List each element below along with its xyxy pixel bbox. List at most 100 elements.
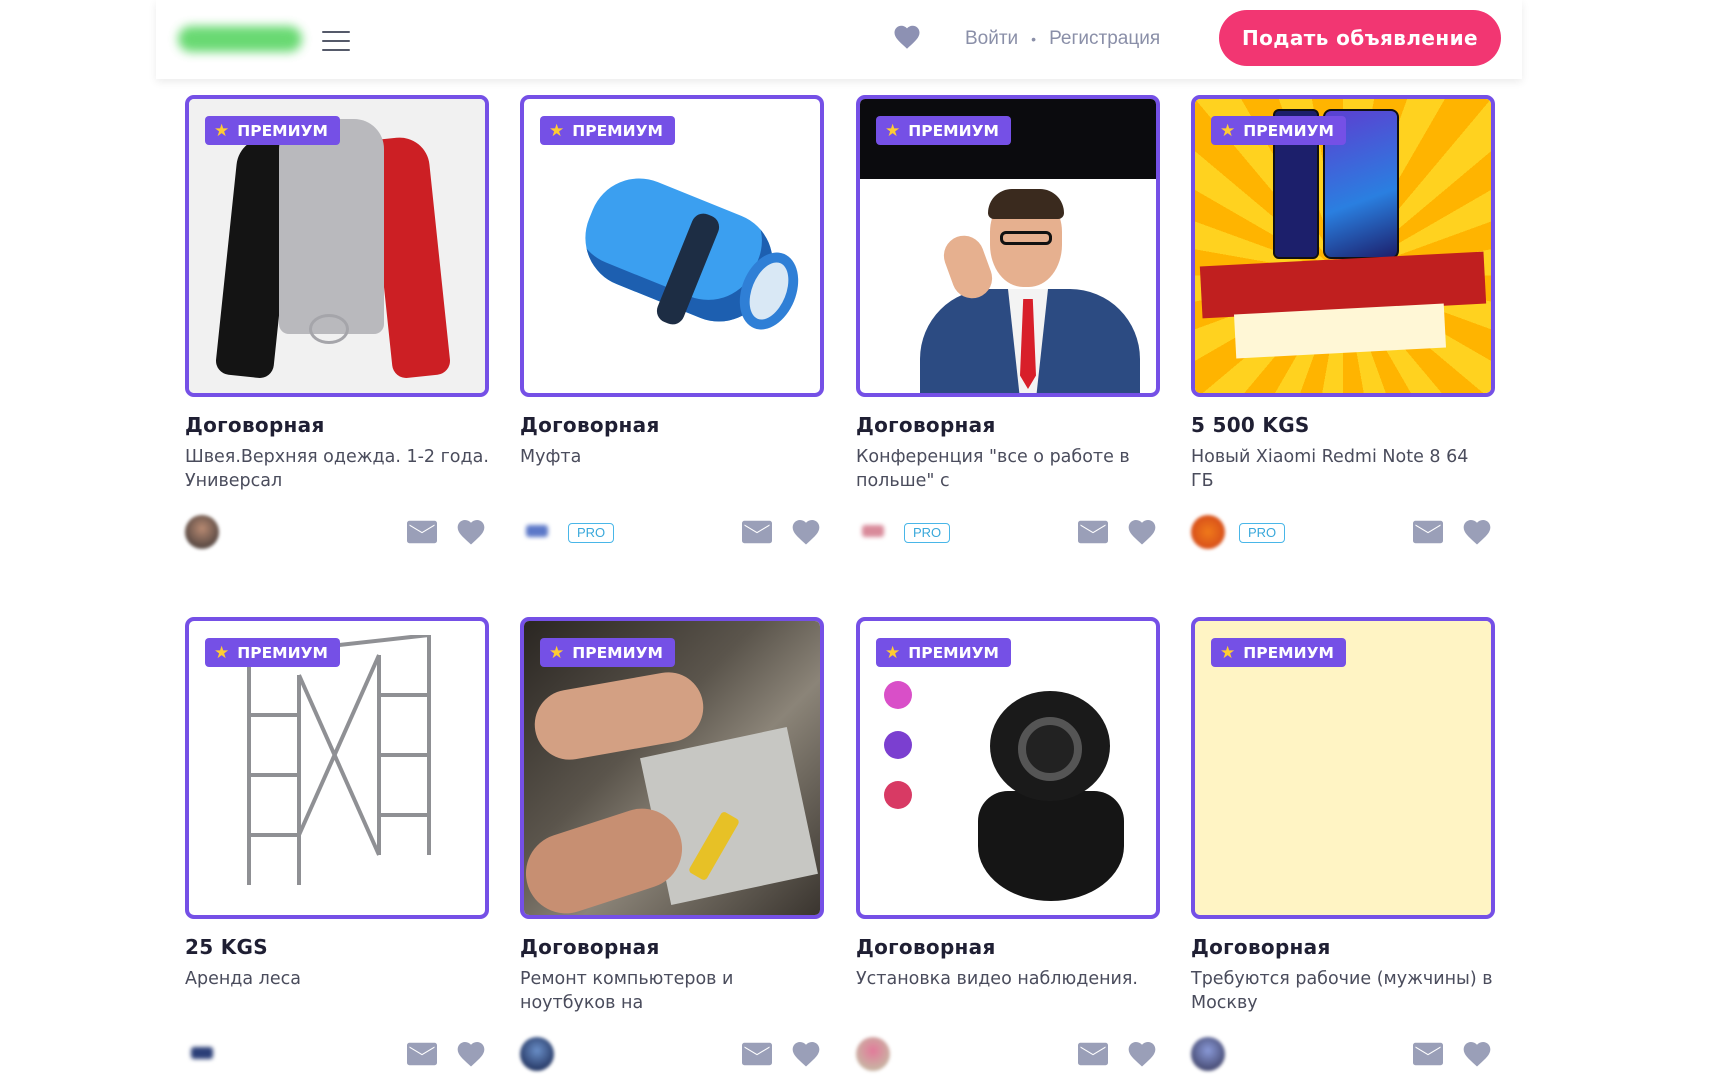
listing-image[interactable]: ★ ПРЕМИУМ <box>1191 617 1495 919</box>
seller-avatar[interactable] <box>856 1037 890 1071</box>
site-logo[interactable] <box>178 26 302 52</box>
wifi-icon <box>884 681 912 709</box>
listing-price: Договорная <box>520 935 660 959</box>
star-icon: ★ <box>549 120 565 141</box>
listing-price: Договорная <box>185 413 325 437</box>
seller-avatar[interactable] <box>520 1037 554 1071</box>
listing-image[interactable]: ★ ПРЕМИУМ <box>520 95 824 397</box>
mail-icon[interactable] <box>1413 1042 1443 1066</box>
seller-avatar[interactable] <box>1191 515 1225 549</box>
listing-title[interactable]: Аренда леса <box>185 967 489 991</box>
listing-image[interactable]: ★ ПРЕМИУМ <box>520 617 824 919</box>
favorites-heart-icon[interactable] <box>892 22 922 52</box>
listing-image[interactable]: ★ ПРЕМИУМ <box>1191 95 1495 397</box>
mail-icon[interactable] <box>407 1042 437 1066</box>
listing-title[interactable]: Конференция "все о работе в польше" с <box>856 445 1160 493</box>
man-hair <box>988 189 1064 219</box>
heart-icon[interactable] <box>1461 1038 1493 1070</box>
post-ad-button[interactable]: Подать объявление <box>1219 10 1501 66</box>
listing-footer <box>520 1037 824 1073</box>
listing-card[interactable]: ★ ПРЕМИУМ Договорная Ремонт компьютеров и… <box>520 617 824 1077</box>
seller-avatar[interactable] <box>1191 1037 1225 1071</box>
listing-image[interactable]: ★ ПРЕМИУМ <box>185 617 489 919</box>
listing-image[interactable]: ★ ПРЕМИУМ <box>856 617 1160 919</box>
star-icon: ★ <box>885 642 901 663</box>
grey-shirt <box>279 119 384 334</box>
seller-avatar[interactable] <box>526 525 548 537</box>
star-icon: ★ <box>1220 642 1236 663</box>
top-header: Войти • Регистрация Подать объявление <box>156 0 1522 79</box>
listing-price: Договорная <box>856 935 996 959</box>
premium-badge-label: ПРЕМИУМ <box>908 121 999 140</box>
listing-title[interactable]: Новый Xiaomi Redmi Note 8 64 ГБ <box>1191 445 1495 493</box>
listing-price: Договорная <box>856 413 996 437</box>
heart-icon[interactable] <box>1461 516 1493 548</box>
mail-icon[interactable] <box>1413 520 1443 544</box>
listing-title[interactable]: Швея.Верхняя одежда. 1-2 года. Универсал <box>185 445 489 493</box>
listing-card[interactable]: ★ ПРЕМИУМ Договорная Конференция "все о р… <box>856 95 1160 555</box>
listing-card[interactable]: ★ ПРЕМИУМ Договорная Муфта PRO <box>520 95 824 555</box>
mail-icon[interactable] <box>407 520 437 544</box>
feature-icons <box>870 681 980 831</box>
listing-card[interactable]: ★ ПРЕМИУМ 5 500 KGS Новый Xiaomi Redmi No… <box>1191 95 1495 555</box>
mail-icon[interactable] <box>742 1042 772 1066</box>
heart-icon[interactable] <box>790 516 822 548</box>
man-glasses <box>1000 231 1052 245</box>
listing-title[interactable]: Требуются рабочие (мужчины) в Москву <box>1191 967 1495 1015</box>
premium-badge: ★ ПРЕМИУМ <box>1211 116 1346 145</box>
heart-icon[interactable] <box>1126 1038 1158 1070</box>
premium-badge-label: ПРЕМИУМ <box>237 643 328 662</box>
listing-price: 5 500 KGS <box>1191 413 1310 437</box>
seller-avatar[interactable] <box>191 1047 213 1059</box>
mail-icon[interactable] <box>742 520 772 544</box>
auth-links: Войти • Регистрация <box>965 25 1160 53</box>
login-link[interactable]: Войти <box>965 28 1018 50</box>
motion-icon <box>884 731 912 759</box>
listing-title[interactable]: Ремонт компьютеров и ноутбуков на <box>520 967 824 1015</box>
premium-badge: ★ ПРЕМИУМ <box>205 638 340 667</box>
premium-badge: ★ ПРЕМИУМ <box>205 116 340 145</box>
listing-card[interactable]: ★ ПРЕМИУМ Договорная Швея.Верхняя одежда.… <box>185 95 489 555</box>
mail-icon[interactable] <box>1078 520 1108 544</box>
auth-separator: • <box>1031 31 1037 47</box>
star-icon: ★ <box>214 120 230 141</box>
listing-price: Договорная <box>1191 935 1331 959</box>
heart-icon[interactable] <box>1126 516 1158 548</box>
listing-card[interactable]: ★ ПРЕМИУМ Договорная Требуются рабочие (м… <box>1191 617 1495 1077</box>
register-link[interactable]: Регистрация <box>1049 28 1160 50</box>
seller-avatar[interactable] <box>862 525 884 537</box>
heart-icon[interactable] <box>455 1038 487 1070</box>
premium-badge: ★ ПРЕМИУМ <box>540 116 675 145</box>
scaffolding-illustration <box>247 635 431 885</box>
premium-badge-label: ПРЕМИУМ <box>908 643 999 662</box>
listing-footer: PRO <box>520 515 824 551</box>
listing-footer <box>1191 1037 1495 1073</box>
menu-icon[interactable] <box>322 31 350 53</box>
listing-card[interactable]: ★ ПРЕМИУМ Договорная Установка видео набл… <box>856 617 1160 1077</box>
shirt-knot <box>309 314 349 344</box>
listing-footer <box>856 1037 1160 1073</box>
premium-badge: ★ ПРЕМИУМ <box>1211 638 1346 667</box>
listing-title[interactable]: Муфта <box>520 445 824 469</box>
star-icon: ★ <box>214 642 230 663</box>
camera-lens <box>1018 717 1082 781</box>
premium-badge-label: ПРЕМИУМ <box>1243 643 1334 662</box>
listing-footer: PRO <box>856 515 1160 551</box>
premium-badge: ★ ПРЕМИУМ <box>876 638 1011 667</box>
premium-badge: ★ ПРЕМИУМ <box>540 638 675 667</box>
camera-base <box>978 791 1124 901</box>
listing-card[interactable]: ★ ПРЕМИУМ 25 KGS Аренда леса <box>185 617 489 1077</box>
premium-badge-label: ПРЕМИУМ <box>237 121 328 140</box>
listing-price: 25 KGS <box>185 935 268 959</box>
premium-badge-label: ПРЕМИУМ <box>572 121 663 140</box>
heart-icon[interactable] <box>455 516 487 548</box>
listing-footer <box>185 515 489 551</box>
listing-footer <box>185 1037 489 1073</box>
heart-icon[interactable] <box>790 1038 822 1070</box>
listing-image[interactable]: ★ ПРЕМИУМ <box>856 95 1160 397</box>
star-icon: ★ <box>1220 120 1236 141</box>
listing-title[interactable]: Установка видео наблюдения. <box>856 967 1160 991</box>
listing-image[interactable]: ★ ПРЕМИУМ <box>185 95 489 397</box>
seller-avatar[interactable] <box>185 515 219 549</box>
mail-icon[interactable] <box>1078 1042 1108 1066</box>
